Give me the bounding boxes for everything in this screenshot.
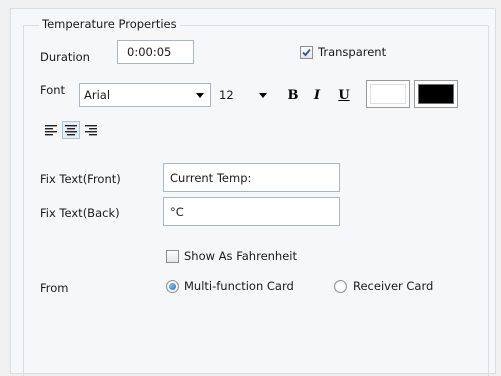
align-right-icon <box>85 125 97 136</box>
underline-button[interactable]: U <box>336 85 352 105</box>
align-left-button[interactable] <box>42 121 60 139</box>
chevron-down-icon <box>259 92 267 98</box>
radio-multi-function-card[interactable] <box>166 280 179 293</box>
checkmark-icon <box>302 48 311 57</box>
font-family-value: Arial <box>84 88 111 102</box>
duration-label: Duration <box>40 50 90 64</box>
align-center-icon <box>65 125 77 136</box>
font-size-select[interactable]: 12 <box>214 83 274 107</box>
group-title: Temperature Properties <box>39 17 180 31</box>
align-left-icon <box>45 125 57 136</box>
bold-button[interactable]: B <box>285 85 301 105</box>
chevron-down-icon <box>196 92 204 98</box>
foreground-color-button[interactable] <box>366 80 410 108</box>
background-color-button[interactable] <box>414 80 458 108</box>
font-family-select[interactable]: Arial <box>79 83 211 107</box>
from-label: From <box>40 281 69 295</box>
align-center-button[interactable] <box>62 121 80 139</box>
multi-function-card-label: Multi-function Card <box>184 279 294 293</box>
fix-text-front-input[interactable]: Current Temp: <box>163 163 340 192</box>
foreground-color-swatch <box>370 84 406 104</box>
font-label: Font <box>40 83 66 97</box>
italic-button[interactable]: I <box>309 85 325 105</box>
duration-input[interactable]: 0:00:05 <box>117 40 194 64</box>
align-right-button[interactable] <box>82 121 100 139</box>
transparent-label: Transparent <box>318 45 387 59</box>
fix-text-back-label: Fix Text(Back) <box>40 206 120 220</box>
transparent-checkbox[interactable] <box>300 46 313 59</box>
fix-text-front-label: Fix Text(Front) <box>40 172 121 186</box>
font-size-value: 12 <box>219 88 234 102</box>
radio-selected-dot <box>169 283 176 290</box>
receiver-card-label: Receiver Card <box>353 279 434 293</box>
show-fahrenheit-label: Show As Fahrenheit <box>184 249 298 263</box>
show-fahrenheit-checkbox[interactable] <box>166 250 179 263</box>
radio-receiver-card[interactable] <box>334 280 347 293</box>
fix-text-back-input[interactable]: °C <box>163 197 340 226</box>
background-color-swatch <box>418 84 454 104</box>
